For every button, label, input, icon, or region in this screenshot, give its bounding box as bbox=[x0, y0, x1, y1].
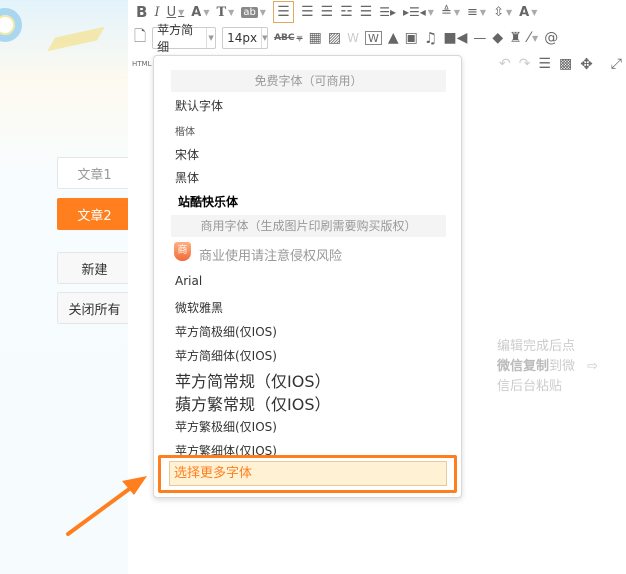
annotation-arrow bbox=[66, 476, 147, 536]
